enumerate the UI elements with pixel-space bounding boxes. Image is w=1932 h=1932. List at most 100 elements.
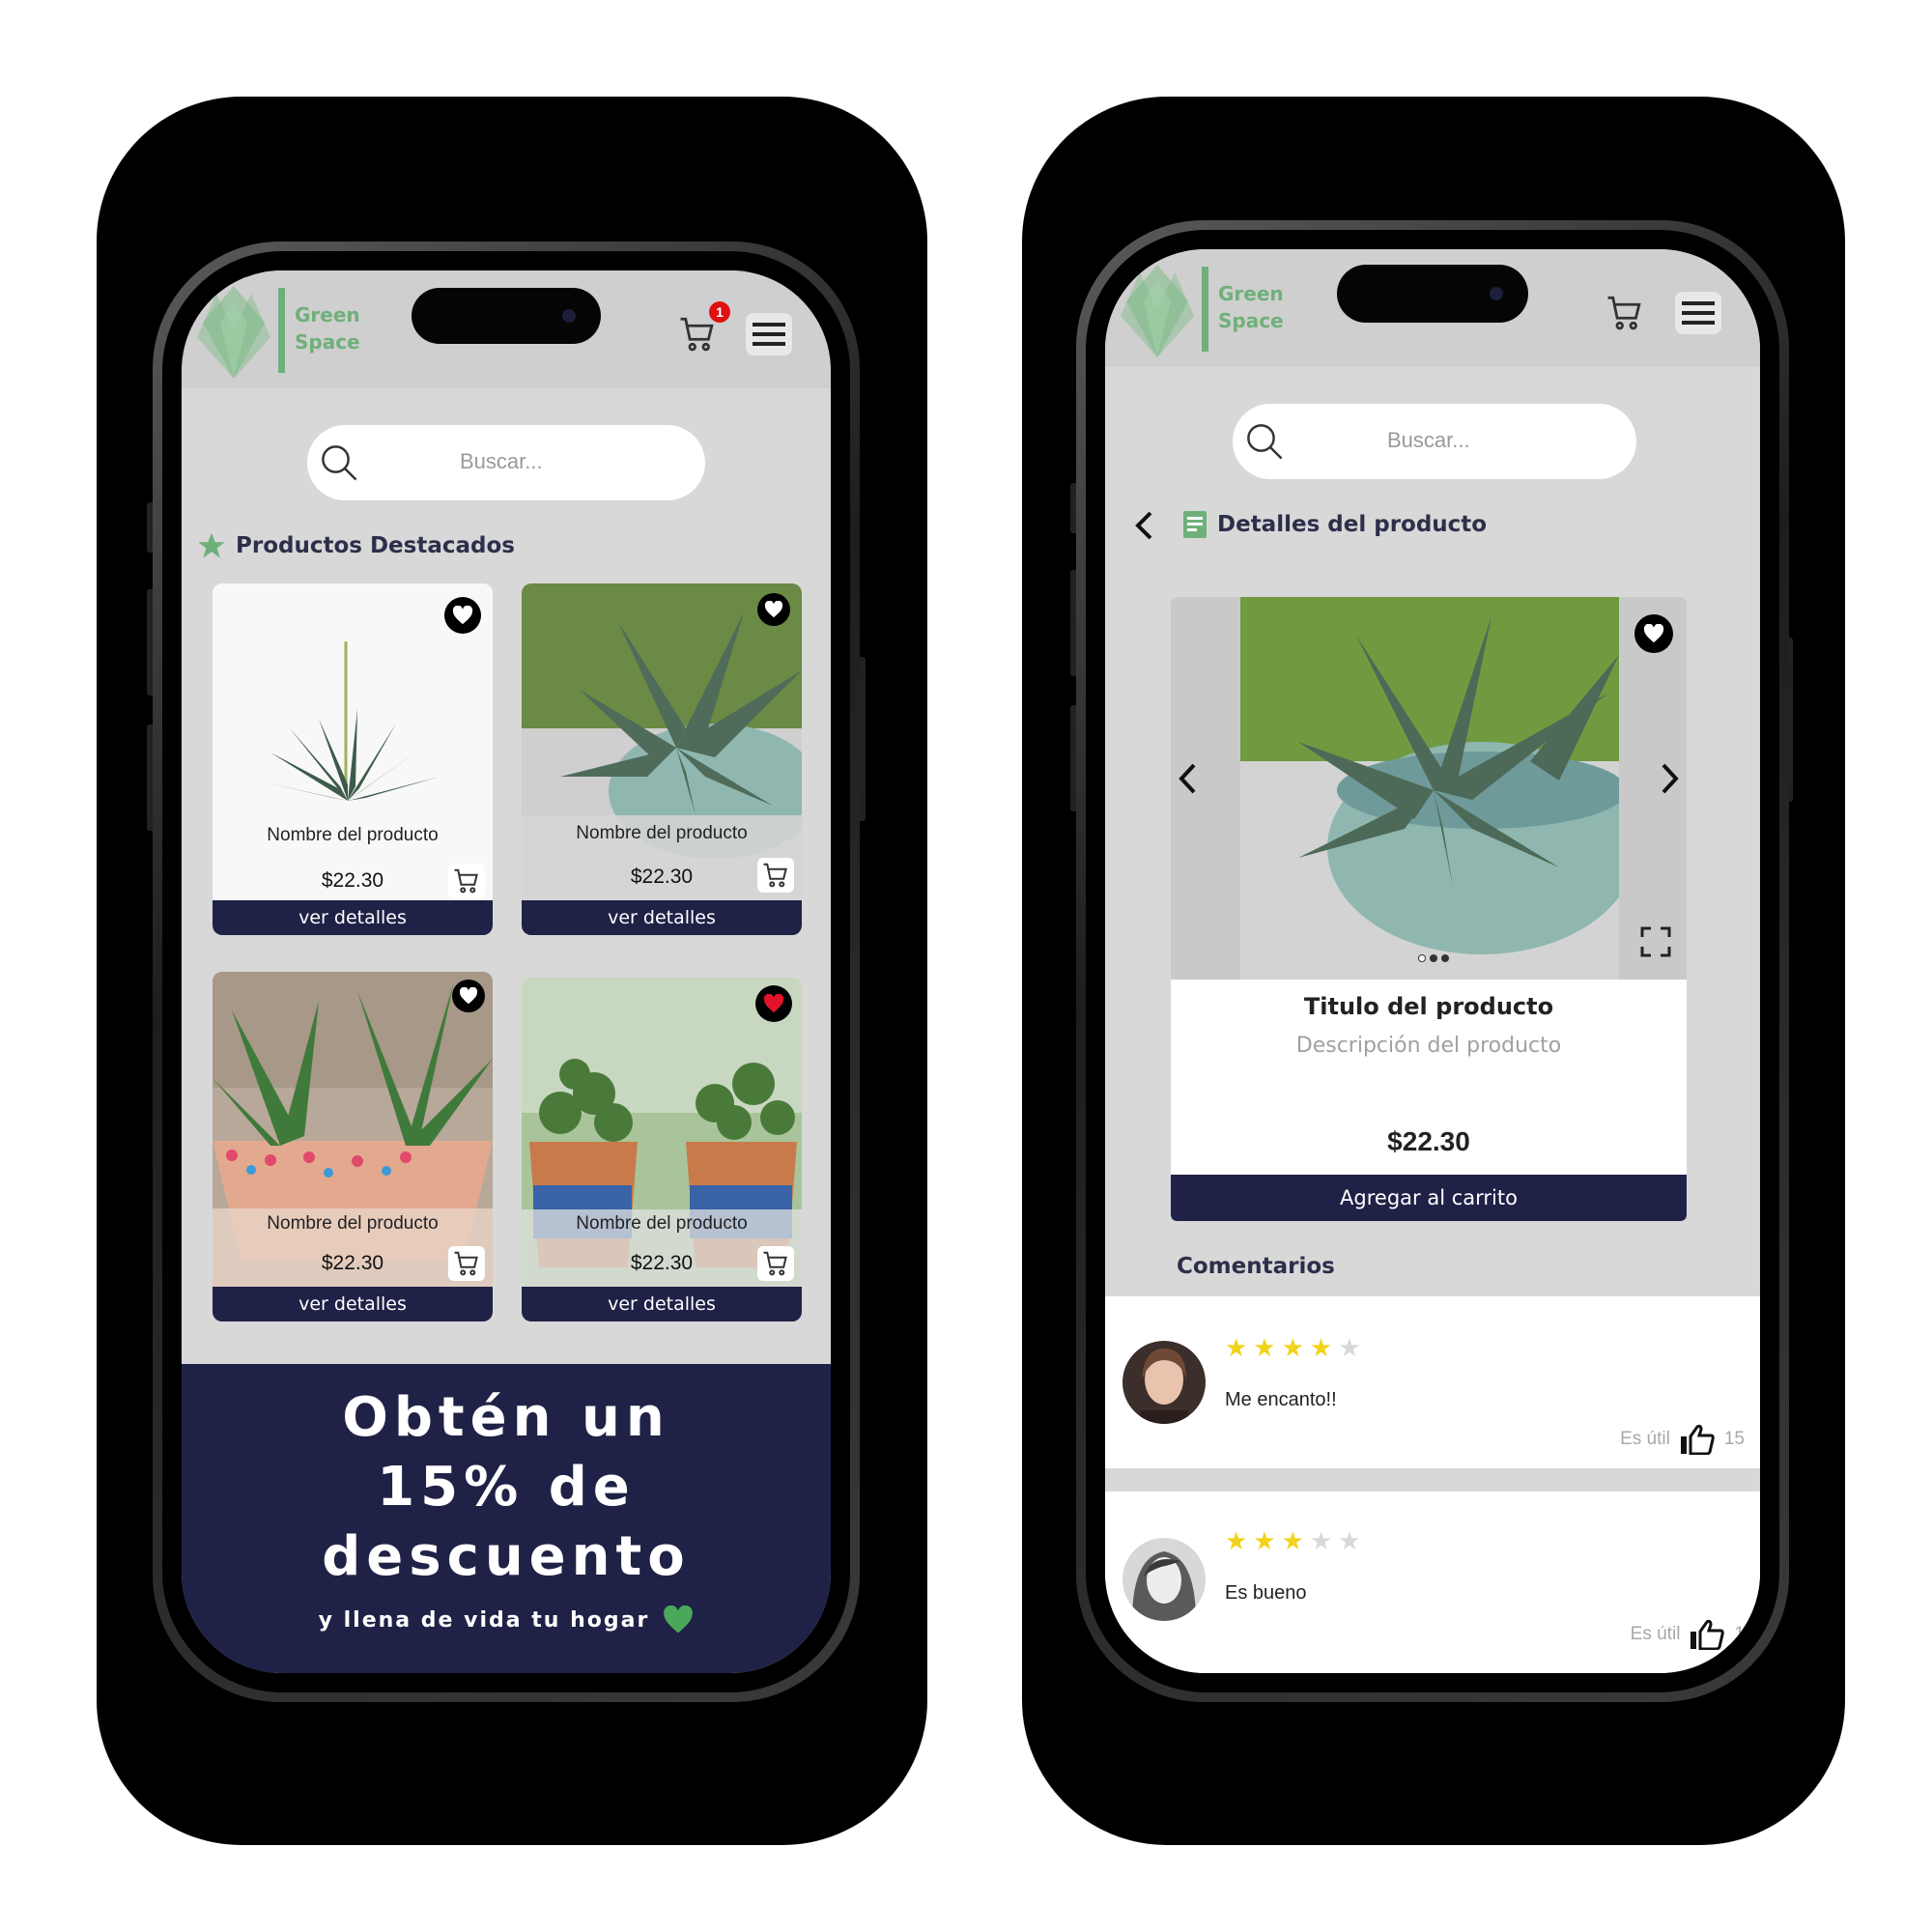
useful-button[interactable]: Es útil 15 [1620,1424,1745,1455]
useful-count: 1 [1734,1624,1745,1644]
add-to-cart-button[interactable] [757,1246,794,1281]
favorite-button[interactable] [452,980,485,1012]
comments-title: Comentarios [1177,1254,1335,1279]
product-detail-screen: Green Space Buscar... Detalles del produ… [1105,249,1760,1673]
promo-title-line: 15% de [377,1456,636,1519]
carousel-next-button[interactable] [1660,761,1681,805]
useful-count: 15 [1723,1429,1745,1449]
logo-leaf-icon [1121,265,1194,357]
useful-label: Es útil [1630,1624,1681,1644]
rating-stars: ★★★★★ [1225,1526,1367,1555]
cart-button[interactable] [1602,290,1648,336]
thumbs-up-icon [1680,1424,1715,1455]
carousel-dot[interactable] [1430,954,1437,962]
search-bar[interactable]: Buscar... [1233,404,1636,479]
product-price: $22.30 [321,869,384,892]
cart-icon [454,1251,478,1276]
carousel-dot[interactable] [1418,954,1426,962]
comment-item: ★★★★★ Me encanto!! Es útil 15 [1105,1296,1760,1468]
chevron-right-icon [1662,763,1679,794]
product-title: Titulo del producto [1303,993,1554,1020]
rating-stars: ★★★★★ [1225,1333,1367,1362]
product-photo [1240,597,1619,980]
favorite-button[interactable] [757,593,790,626]
heart-icon [764,601,783,618]
heart-icon [664,1605,694,1634]
comment-item: ★★★★★ Es bueno Es útil 1 [1105,1492,1760,1673]
cart-icon [454,868,478,894]
favorite-button-active[interactable] [755,985,792,1022]
product-card[interactable]: Nombre del producto $22.30 ver detalles [522,978,802,1321]
useful-label: Es útil [1620,1429,1670,1449]
heart-icon [459,987,478,1005]
comment-text: Me encanto!! [1225,1389,1337,1410]
dynamic-island [1337,265,1528,323]
featured-section-title: Productos Destacados [197,531,515,560]
product-card[interactable]: Nombre del producto $22.30 ver detalles [213,583,493,935]
app-header: Green Space 1 [182,270,831,388]
hamburger-icon [1682,301,1715,325]
menu-button[interactable] [1675,292,1721,334]
product-name: Nombre del producto [576,823,748,843]
product-price: $22.30 [630,866,694,888]
product-price: $22.30 [630,1252,694,1274]
logo-text: Green Space [1218,282,1284,332]
search-placeholder: Buscar... [460,449,543,473]
product-price: $22.30 [321,1252,384,1274]
search-icon [1247,424,1283,460]
cart-button[interactable]: 1 [674,301,730,357]
cart-icon [763,863,787,888]
logo-divider [278,288,285,373]
product-detail-card: Titulo del producto Descripción del prod… [1171,597,1687,1221]
search-placeholder: Buscar... [1387,428,1470,452]
document-icon [1183,511,1207,538]
product-name: Nombre del producto [267,825,439,845]
comment-text: Es bueno [1225,1582,1307,1604]
product-card[interactable]: Nombre del producto $22.30 ver detalles [522,583,802,935]
product-card[interactable]: Nombre del producto $22.30 ver detalles [213,972,493,1321]
carousel-dot[interactable] [1441,954,1449,962]
view-details-button[interactable]: ver detalles [213,1287,493,1321]
add-to-cart-button[interactable] [448,1246,485,1281]
logo-divider [1202,267,1208,352]
carousel-prev-button[interactable] [1177,761,1198,805]
favorite-button[interactable] [1634,614,1673,653]
product-name: Nombre del producto [267,1213,439,1234]
add-to-cart-button[interactable]: Agregar al carrito [1171,1175,1687,1221]
back-button[interactable] [1124,506,1163,545]
product-price: $22.30 [1387,1126,1470,1156]
product-description: Descripción del producto [1295,1034,1562,1058]
add-to-cart-button[interactable] [448,864,485,898]
add-to-cart-button[interactable] [757,858,794,893]
logo-leaf-icon [197,286,270,379]
view-details-button[interactable]: ver detalles [213,900,493,935]
dynamic-island [412,288,601,344]
cart-icon [680,317,714,352]
home-screen: Green Space 1 Buscar... Productos Destac… [182,270,831,1673]
logo-text: Green Space [295,303,360,354]
promo-subtitle: y llena de vida tu hogar [182,1605,831,1634]
view-details-button[interactable]: ver detalles [522,900,802,935]
promo-title-line: descuento [322,1525,691,1588]
cart-icon [763,1251,787,1276]
promo-title-line: Obtén un [342,1386,670,1449]
fullscreen-icon [1640,926,1671,957]
favorite-button[interactable] [444,597,481,634]
heart-icon [452,606,473,625]
chevron-left-icon [1179,763,1196,794]
heart-icon [1643,624,1664,643]
cart-icon [1607,296,1641,330]
view-details-button[interactable]: ver detalles [522,1287,802,1321]
detail-section-title: Detalles del producto [1182,510,1487,539]
cart-badge: 1 [709,301,730,323]
avatar [1122,1538,1206,1621]
promo-banner[interactable]: Obtén un 15% de descuento y llena de vid… [182,1364,831,1673]
avatar [1122,1341,1206,1424]
carousel-dots [1418,954,1449,962]
search-bar[interactable]: Buscar... [307,425,705,500]
useful-button[interactable]: Es útil 1 [1631,1619,1745,1650]
fullscreen-button[interactable] [1640,926,1671,962]
chevron-left-icon [1135,511,1152,540]
image-carousel[interactable] [1171,597,1687,980]
menu-button[interactable] [746,313,792,355]
